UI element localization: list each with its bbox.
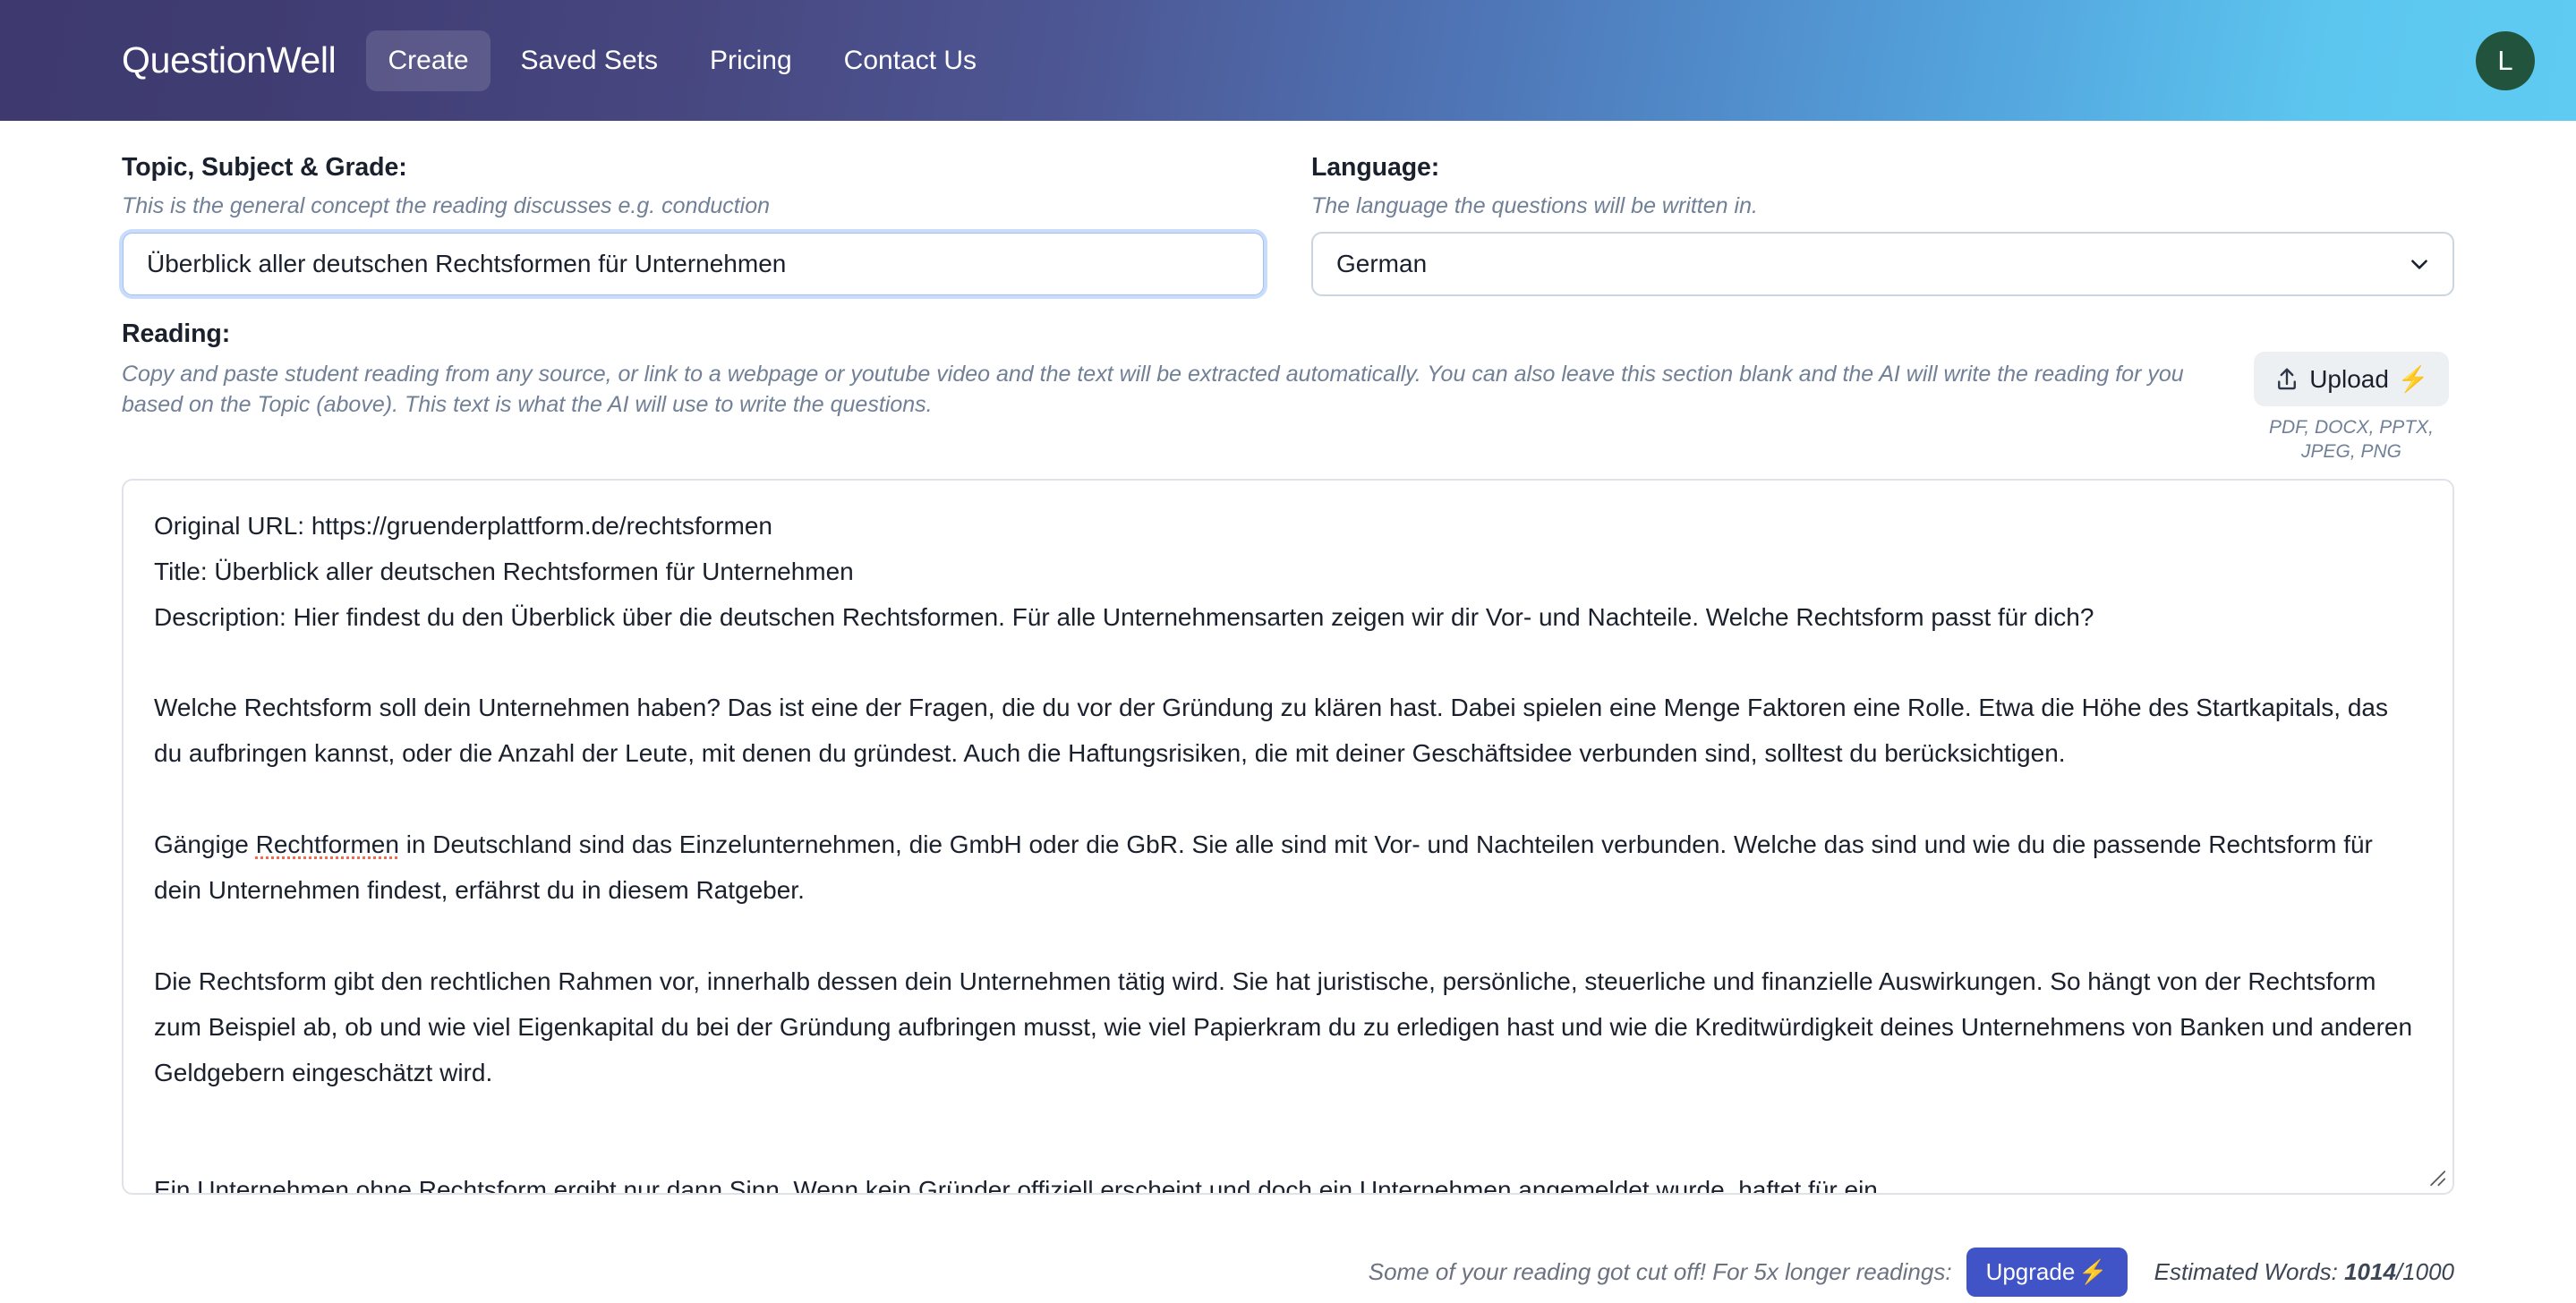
nav-link-saved-sets[interactable]: Saved Sets bbox=[499, 30, 679, 91]
topic-input[interactable] bbox=[119, 229, 1267, 299]
estimated-words-prefix: Estimated Words: bbox=[2154, 1257, 2345, 1285]
avatar[interactable]: L bbox=[2476, 30, 2535, 90]
nav-link-pricing[interactable]: Pricing bbox=[688, 30, 814, 91]
upload-icon bbox=[2278, 368, 2297, 389]
bolt-icon: ⚡ bbox=[2397, 365, 2429, 393]
reading-paragraph-5-clipped: Ein Unternehmen ohne Rechtsform ergibt n… bbox=[154, 1176, 1878, 1195]
upload-file-types: PDF, DOCX, PPTX, JPEG, PNG bbox=[2269, 417, 2434, 463]
upgrade-button[interactable]: Upgrade ⚡ bbox=[1966, 1247, 2128, 1297]
language-field-group: Language: The language the questions wil… bbox=[1311, 153, 2454, 296]
topic-hint: This is the general concept the reading … bbox=[122, 193, 771, 218]
reading-line-url: Original URL: https://gruenderplattform.… bbox=[154, 511, 772, 540]
estimated-words-count: 1014 bbox=[2344, 1257, 2396, 1285]
reading-textarea[interactable]: Original URL: https://gruenderplattform.… bbox=[122, 478, 2454, 1195]
brand-logo[interactable]: QuestionWell bbox=[122, 39, 337, 81]
language-label: Language: bbox=[1311, 153, 1440, 182]
reading-p3-pre: Gängige bbox=[154, 830, 256, 859]
reading-header: Reading: Copy and paste student reading … bbox=[122, 319, 2454, 464]
reading-spacer-3 bbox=[154, 914, 2422, 959]
reading-paragraph-2: Welche Rechtsform soll dein Unternehmen … bbox=[154, 694, 2388, 768]
resize-grip-icon[interactable] bbox=[2427, 1168, 2447, 1188]
reading-spacer-4 bbox=[154, 1096, 2422, 1142]
reading-header-text: Reading: Copy and paste student reading … bbox=[122, 319, 2248, 421]
upload-column: Upload ⚡ PDF, DOCX, PPTX, JPEG, PNG bbox=[2248, 319, 2454, 464]
upload-button[interactable]: Upload ⚡ bbox=[2254, 352, 2449, 406]
top-fields-row: Topic, Subject & Grade: This is the gene… bbox=[119, 121, 2454, 299]
upgrade-button-label: Upgrade bbox=[1985, 1257, 2076, 1285]
nav-links: Create Saved Sets Pricing Contact Us bbox=[366, 30, 1007, 91]
nav-link-create[interactable]: Create bbox=[366, 30, 490, 91]
language-hint: The language the questions will be writt… bbox=[1311, 193, 1758, 218]
reading-line-description: Description: Hier findest du den Überbli… bbox=[154, 602, 2094, 631]
topic-label: Topic, Subject & Grade: bbox=[122, 153, 407, 182]
nav-link-contact-us[interactable]: Contact Us bbox=[823, 30, 998, 91]
reading-hint: Copy and paste student reading from any … bbox=[122, 362, 2184, 417]
topic-field-group: Topic, Subject & Grade: This is the gene… bbox=[119, 153, 1267, 299]
bolt-icon: ⚡ bbox=[2078, 1257, 2108, 1285]
reading-paragraph-3: Gängige Rechtformen in Deutschland sind … bbox=[154, 822, 2422, 914]
page-body: Topic, Subject & Grade: This is the gene… bbox=[0, 121, 2576, 1303]
reading-line-title: Title: Überblick aller deutschen Rechtsf… bbox=[154, 557, 854, 585]
cutoff-warning: Some of your reading got cut off! For 5x… bbox=[1368, 1257, 1952, 1285]
estimated-words: Estimated Words: 1014/1000 bbox=[2154, 1258, 2454, 1286]
reading-spacer-1 bbox=[154, 640, 2422, 686]
top-navbar: QuestionWell Create Saved Sets Pricing C… bbox=[0, 0, 2576, 121]
reading-p3-post: in Deutschland sind das Einzelunternehme… bbox=[154, 830, 2373, 905]
language-select-wrap: German bbox=[1311, 232, 2454, 296]
bottom-status-bar: Some of your reading got cut off! For 5x… bbox=[0, 1240, 2576, 1303]
upload-button-label: Upload bbox=[2309, 364, 2389, 393]
reading-label: Reading: bbox=[122, 319, 231, 348]
reading-spacer-2 bbox=[154, 777, 2422, 822]
language-select[interactable]: German bbox=[1311, 232, 2454, 296]
spellcheck-misspelled-word[interactable]: Rechtformen bbox=[256, 830, 399, 858]
reading-paragraph-4: Die Rechtsform gibt den rechtlichen Rahm… bbox=[154, 967, 2413, 1087]
estimated-words-limit: /1000 bbox=[2395, 1257, 2454, 1285]
